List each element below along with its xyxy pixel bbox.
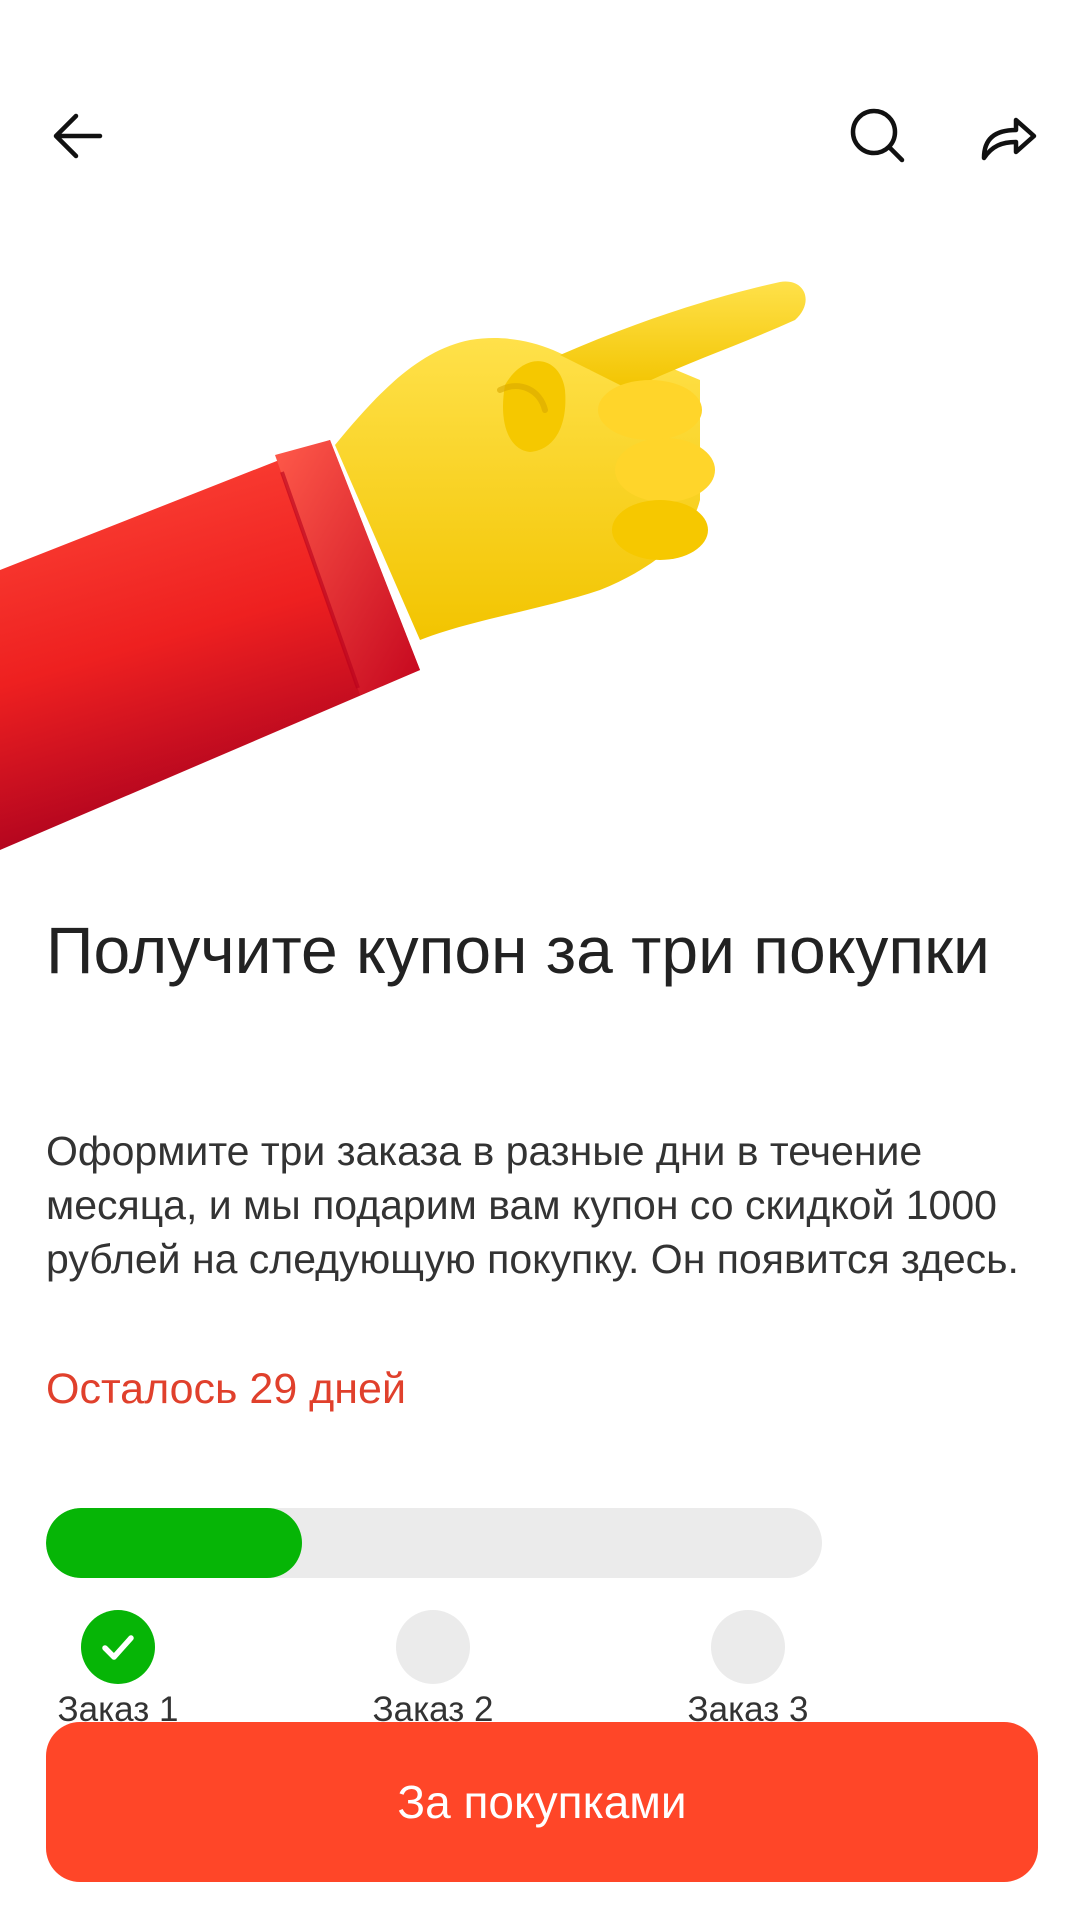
arrow-left-icon	[53, 113, 103, 159]
search-icon	[850, 108, 905, 163]
step-order-3: Заказ 3	[648, 1610, 848, 1732]
share-arrow-icon	[981, 117, 1037, 161]
check-icon	[102, 1635, 134, 1660]
promo-description: Оформите три заказа в разные дни в течен…	[46, 1128, 1019, 1282]
step-order-1: Заказ 1	[18, 1610, 218, 1732]
top-toolbar	[0, 0, 1080, 240]
search-button[interactable]	[830, 88, 926, 184]
pointing-hand-illustration	[0, 281, 806, 850]
go-shopping-button[interactable]: За покупками	[46, 1722, 1038, 1882]
step-pending-indicator	[396, 1610, 470, 1684]
days-remaining: Осталось 29 дней	[46, 1365, 406, 1413]
step-order-2: Заказ 2	[333, 1610, 533, 1732]
orders-progress-bar	[46, 1508, 822, 1578]
page-title: Получите купон за три покупки	[46, 913, 990, 987]
back-button[interactable]	[30, 88, 126, 184]
share-button[interactable]	[960, 88, 1056, 184]
step-complete-indicator	[81, 1610, 155, 1684]
step-pending-indicator	[711, 1610, 785, 1684]
orders-progress-fill	[46, 1508, 303, 1578]
hero-illustration	[0, 240, 1080, 880]
